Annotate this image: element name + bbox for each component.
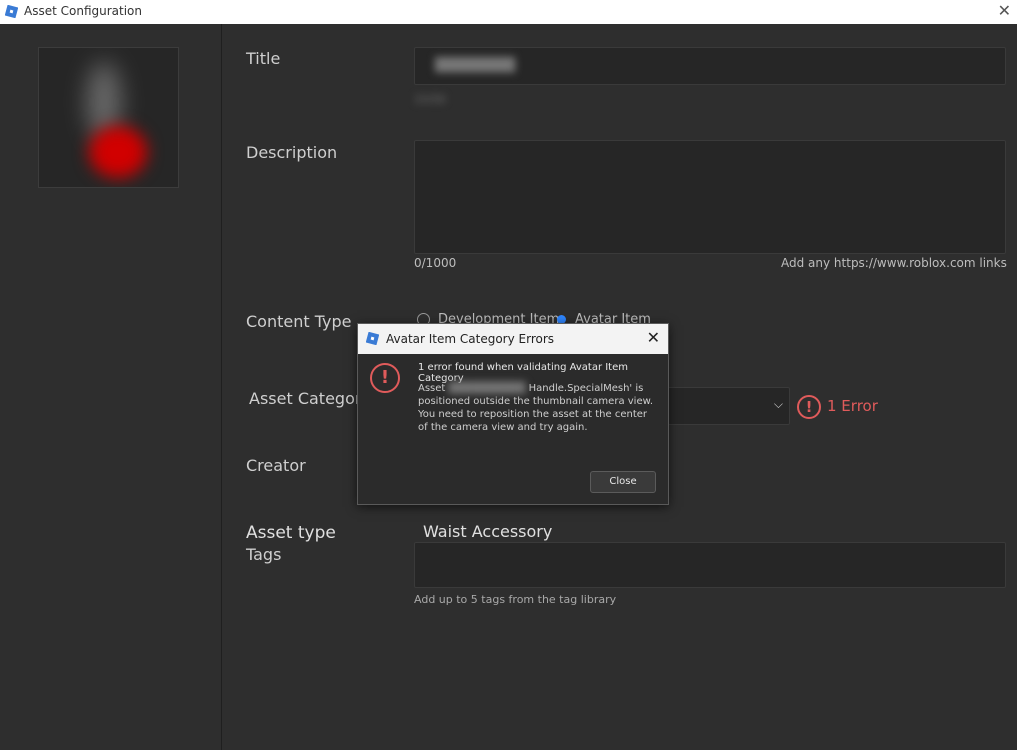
error-exclamation-icon: ! (370, 363, 400, 393)
thumbnail-pane (0, 24, 222, 750)
roblox-studio-icon (5, 5, 18, 18)
title-input-value: ████████ (435, 58, 515, 73)
window-title: Asset Configuration (24, 4, 142, 18)
asset-category-label: Asset Category (249, 389, 371, 408)
description-hint: Add any https://www.roblox.com links (781, 256, 1007, 270)
tags-hint: Add up to 5 tags from the tag library (414, 593, 617, 606)
tags-label: Tags (246, 545, 282, 564)
asset-category-error-count: 1 Error (827, 397, 878, 415)
creator-label: Creator (246, 456, 306, 475)
title-label: Title (246, 49, 281, 68)
thumbnail-ball (89, 126, 147, 178)
asset-thumbnail (38, 47, 179, 188)
avatar-item-category-errors-dialog: Avatar Item Category Errors ✕ ! 1 error … (357, 323, 669, 505)
title-input[interactable]: ████████ (414, 47, 1006, 85)
title-char-counter: 15/50 (414, 93, 446, 106)
asset-type-value: Waist Accessory (423, 522, 553, 541)
error-exclamation-icon: ! (797, 395, 821, 419)
dialog-title: Avatar Item Category Errors (386, 332, 555, 346)
content-type-label: Content Type (246, 312, 352, 331)
dialog-close-button[interactable]: Close (590, 471, 656, 493)
dialog-titlebar: Avatar Item Category Errors ✕ (358, 324, 668, 354)
dialog-message-prefix: Asset (418, 383, 446, 394)
tags-input[interactable] (414, 542, 1006, 588)
chevron-down-icon: ⌵ (773, 397, 783, 411)
asset-type-label: Asset type (246, 523, 336, 543)
dialog-message-redacted: ██████████ (448, 383, 526, 394)
roblox-studio-icon (366, 332, 379, 345)
window-titlebar: Asset Configuration ✕ (0, 0, 1017, 24)
dialog-heading: 1 error found when validating Avatar Ite… (418, 362, 628, 384)
description-label: Description (246, 143, 338, 162)
dialog-message: Asset ██████████ Handle.SpecialMesh' is … (418, 382, 658, 434)
window-close-icon[interactable]: ✕ (998, 1, 1011, 20)
description-char-counter: 0/1000 (414, 256, 457, 270)
description-input[interactable] (414, 140, 1006, 254)
dialog-close-icon[interactable]: ✕ (647, 328, 660, 347)
